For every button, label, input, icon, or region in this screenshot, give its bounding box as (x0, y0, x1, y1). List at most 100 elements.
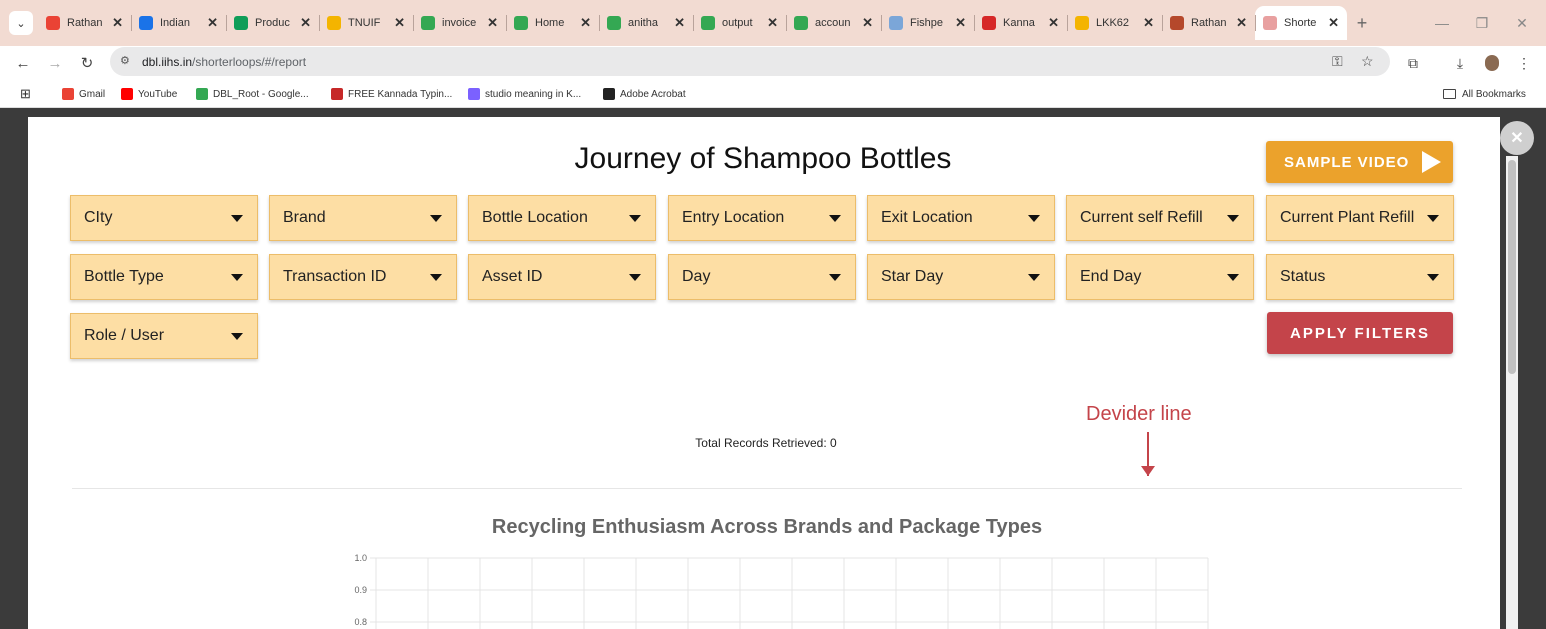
bookmark-item[interactable]: FREE Kannada Typin... (331, 86, 452, 102)
filter-dropdown-label: Star Day (881, 268, 944, 285)
browser-tab[interactable]: Indian ✕ (131, 6, 226, 40)
profile-button[interactable] (1481, 52, 1503, 74)
tab-close-icon[interactable]: ✕ (1236, 15, 1247, 31)
all-bookmarks-label: All Bookmarks (1462, 88, 1526, 100)
filter-dropdown[interactable]: End Day (1066, 254, 1254, 300)
filter-dropdown-label: Role / User (84, 327, 165, 344)
caret-down-icon (430, 274, 442, 281)
tab-close-icon[interactable]: ✕ (580, 15, 591, 31)
reload-button[interactable]: ↻ (76, 52, 98, 74)
site-info-icon[interactable]: ⚙ (120, 54, 130, 67)
tab-favicon-icon (794, 16, 808, 30)
filter-dropdown[interactable]: Current Plant Refill (1266, 195, 1454, 241)
browser-tab[interactable]: Home ✕ (506, 6, 599, 40)
tab-close-icon[interactable]: ✕ (300, 15, 311, 31)
page-scrollbar[interactable] (1506, 156, 1518, 629)
caret-down-icon (1028, 274, 1040, 281)
browser-tab[interactable]: anitha ✕ (599, 6, 693, 40)
tab-label: LKK62 (1096, 17, 1130, 29)
tab-close-icon[interactable]: ✕ (674, 15, 685, 31)
tab-label: Fishpe (910, 17, 944, 29)
filter-dropdown[interactable]: Asset ID (468, 254, 656, 300)
tab-favicon-icon (327, 16, 341, 30)
tab-close-icon[interactable]: ✕ (487, 15, 498, 31)
tab-label: TNUIF (348, 17, 381, 29)
sample-video-button[interactable]: SAMPLE VIDEO (1266, 141, 1453, 183)
all-bookmarks-button[interactable]: All Bookmarks (1443, 86, 1526, 102)
filter-dropdown[interactable]: CIty (70, 195, 258, 241)
bookmark-item[interactable]: YouTube (121, 86, 177, 102)
scrollbar-thumb[interactable] (1508, 160, 1516, 374)
menu-button[interactable]: ⋮ (1513, 52, 1535, 74)
browser-tab[interactable]: Shorte ✕ (1255, 6, 1347, 40)
tab-close-icon[interactable]: ✕ (1048, 15, 1059, 31)
caret-down-icon (1227, 215, 1239, 222)
filter-dropdown[interactable]: Bottle Location (468, 195, 656, 241)
omnibox[interactable]: ⚙ dbl.iihs.in/shorterloops/#/report ⚿ ☆ (110, 47, 1390, 76)
filter-dropdown-label: Entry Location (682, 209, 785, 226)
tab-label: Home (535, 17, 565, 29)
tab-close-icon[interactable]: ✕ (112, 15, 123, 31)
tab-favicon-icon (514, 16, 528, 30)
apps-button[interactable]: ⊞ (20, 86, 31, 102)
apps-grid-icon: ⊞ (20, 86, 31, 101)
browser-tab[interactable]: TNUIF ✕ (319, 6, 413, 40)
back-button[interactable]: ← (12, 52, 34, 74)
tab-label: output (722, 17, 753, 29)
caret-down-icon (629, 215, 641, 222)
chevron-down-icon: ⌄ (16, 17, 26, 30)
filter-dropdown[interactable]: Star Day (867, 254, 1055, 300)
tab-close-icon[interactable]: ✕ (955, 15, 966, 31)
browser-tab[interactable]: Fishpe ✕ (881, 6, 974, 40)
password-key-icon[interactable]: ⚿ (1332, 53, 1343, 70)
extensions-button[interactable]: ⧉ (1402, 52, 1424, 74)
browser-tab[interactable]: Rathan ✕ (38, 6, 131, 40)
browser-tab[interactable]: output ✕ (693, 6, 786, 40)
tab-close-icon[interactable]: ✕ (394, 15, 405, 31)
bookmark-label: YouTube (138, 88, 178, 100)
filter-dropdown[interactable]: Bottle Type (70, 254, 258, 300)
bookmark-item[interactable]: studio meaning in K... (468, 86, 581, 102)
tab-close-icon[interactable]: ✕ (207, 15, 218, 31)
filter-dropdown[interactable]: Transaction ID (269, 254, 457, 300)
tab-close-icon[interactable]: ✕ (1143, 15, 1154, 31)
tab-label: Shorte (1284, 17, 1317, 29)
forward-button[interactable]: → (44, 52, 66, 74)
browser-tab[interactable]: accoun ✕ (786, 6, 881, 40)
bookmark-item[interactable]: DBL_Root - Google... (196, 86, 309, 102)
tab-search-button[interactable]: ⌄ (9, 11, 33, 35)
browser-tab[interactable]: Kanna ✕ (974, 6, 1067, 40)
bookmark-star-icon[interactable]: ☆ (1361, 53, 1374, 70)
browser-tab[interactable]: invoice ✕ (413, 6, 506, 40)
browser-tab[interactable]: Produc ✕ (226, 6, 319, 40)
filter-dropdown[interactable]: Exit Location (867, 195, 1055, 241)
tab-close-icon[interactable]: ✕ (862, 15, 873, 31)
browser-tab[interactable]: LKK62 ✕ (1067, 6, 1162, 40)
new-tab-button[interactable]: + (1347, 6, 1377, 40)
apply-filters-button[interactable]: APPLY FILTERS (1267, 312, 1453, 354)
filter-dropdown[interactable]: Brand (269, 195, 457, 241)
url-text[interactable]: dbl.iihs.in/shorterloops/#/report (142, 55, 306, 69)
downloads-button[interactable]: ⤓ (1449, 52, 1471, 74)
caret-down-icon (1227, 274, 1239, 281)
reload-icon: ↻ (80, 55, 94, 72)
filter-dropdown[interactable]: Status (1266, 254, 1454, 300)
minimize-window-button[interactable]: — (1422, 0, 1462, 46)
filter-dropdown[interactable]: Role / User (70, 313, 258, 359)
bookmark-item[interactable]: Gmail (62, 86, 105, 102)
bookmark-item[interactable]: Adobe Acrobat (603, 86, 686, 102)
divider-line (72, 488, 1462, 489)
bar-chart: 1.0 0.9 0.8 (354, 553, 1209, 629)
browser-tab[interactable]: Rathan ✕ (1162, 6, 1255, 40)
filter-dropdown[interactable]: Entry Location (668, 195, 856, 241)
caret-down-icon (1427, 215, 1439, 222)
close-window-button[interactable]: ✕ (1502, 0, 1542, 46)
bookmark-favicon-icon (603, 88, 615, 100)
tab-close-icon[interactable]: ✕ (767, 15, 778, 31)
restore-window-button[interactable]: ❐ (1462, 0, 1502, 46)
annotation-label: Devider line (1086, 403, 1192, 425)
tab-close-icon[interactable]: ✕ (1328, 15, 1339, 31)
filter-dropdown[interactable]: Current self Refill (1066, 195, 1254, 241)
filter-dropdown[interactable]: Day (668, 254, 856, 300)
filter-dropdown-label: Day (682, 268, 711, 285)
